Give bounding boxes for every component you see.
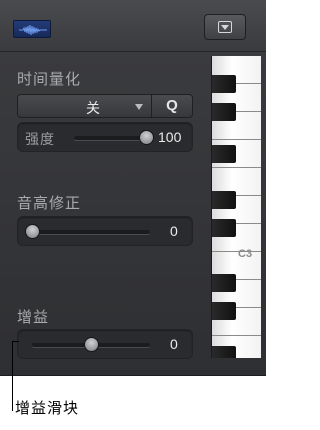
strength-value: 100 (158, 129, 182, 145)
piano-black-key[interactable] (212, 219, 236, 237)
region-inspector-panel: 时间量化 关 Q 强度 100 音高修正 0 增益 0 C3 (0, 0, 266, 376)
quantize-q-button[interactable]: Q (151, 94, 193, 118)
strength-track[interactable] (74, 136, 146, 140)
piano-keyboard[interactable]: C3 (211, 56, 261, 358)
gain-title: 增益 (17, 308, 50, 326)
gain-slider-well: 0 (17, 329, 193, 359)
piano-c3-label: C3 (238, 248, 253, 260)
pitch-correction-slider-well: 0 (17, 216, 193, 246)
region-button[interactable] (13, 20, 51, 38)
piano-black-key[interactable] (212, 274, 236, 292)
callout-line (12, 341, 13, 411)
piano-black-key[interactable] (212, 145, 236, 163)
piano-black-key[interactable] (212, 302, 236, 320)
pitch-correction-slider-knob[interactable] (25, 224, 40, 239)
gain-value: 0 (170, 336, 178, 352)
piano-black-key[interactable] (212, 103, 236, 121)
strength-label: 强度 (25, 132, 55, 148)
strength-slider-well: 强度 100 (17, 122, 193, 152)
dropdown-arrow-icon (135, 104, 143, 110)
piano-black-key[interactable] (212, 75, 236, 93)
chevron-down-icon (221, 25, 229, 30)
quantize-value: 关 (86, 101, 100, 117)
pitch-correction-track[interactable] (32, 230, 150, 234)
quantize-title: 时间量化 (17, 70, 82, 88)
collapse-button[interactable] (204, 14, 246, 40)
piano-black-key[interactable] (212, 346, 236, 358)
callout-tick (12, 341, 19, 342)
quantize-dropdown[interactable]: 关 (17, 94, 152, 118)
gain-slider-callout: 增益滑块 (15, 399, 80, 417)
piano-black-key[interactable] (212, 191, 236, 209)
gain-slider-knob[interactable] (84, 337, 99, 352)
inspector-header (0, 0, 266, 52)
strength-slider-knob[interactable] (139, 130, 154, 145)
pitch-correction-title: 音高修正 (17, 194, 82, 212)
waveform-icon (19, 24, 47, 36)
pitch-correction-value: 0 (170, 223, 178, 239)
